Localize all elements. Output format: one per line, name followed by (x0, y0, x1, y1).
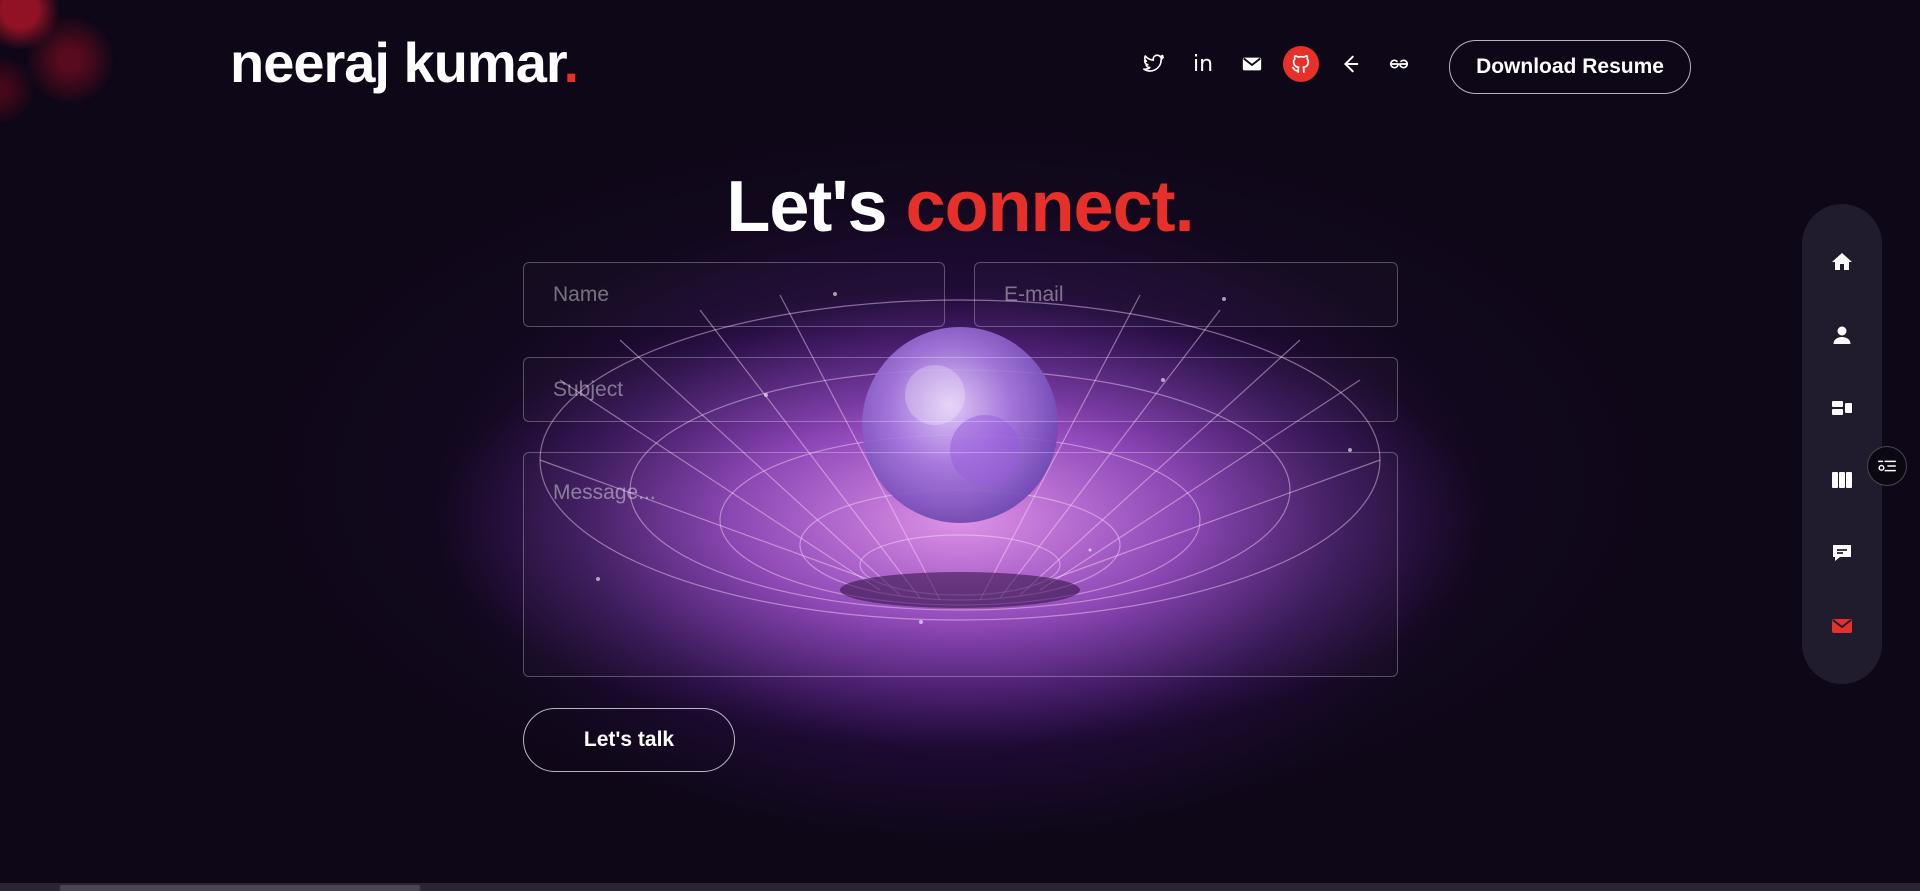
mail-icon[interactable] (1234, 46, 1270, 82)
linkedin-icon[interactable]: in (1185, 46, 1221, 82)
logo-text: neeraj kumar (230, 31, 565, 94)
testimonials-icon[interactable] (1822, 533, 1862, 573)
scrollbar-thumb[interactable] (60, 885, 420, 891)
logo-dot: . (563, 31, 580, 94)
page-title: Let's connect. (0, 166, 1920, 248)
home-icon[interactable] (1822, 242, 1862, 282)
title-accent: connect. (905, 167, 1195, 248)
title-plain: Let's (726, 167, 906, 248)
subject-input[interactable] (523, 357, 1398, 422)
about-icon[interactable] (1822, 315, 1862, 355)
geeksforgeeks-icon[interactable] (1381, 46, 1417, 82)
table-of-contents-icon[interactable] (1867, 446, 1907, 486)
message-textarea[interactable] (523, 452, 1398, 677)
projects-icon[interactable] (1822, 388, 1862, 428)
twitter-icon[interactable] (1136, 46, 1172, 82)
submit-button[interactable]: Let's talk (523, 708, 735, 772)
linkedin-label: in (1192, 51, 1214, 77)
contact-icon[interactable] (1822, 606, 1862, 646)
email-input[interactable] (974, 262, 1398, 327)
download-resume-button[interactable]: Download Resume (1449, 40, 1691, 94)
horizontal-scrollbar[interactable] (0, 883, 1920, 891)
logo[interactable]: neeraj kumar. (230, 30, 580, 95)
name-input[interactable] (523, 262, 945, 327)
site-header: neeraj kumar. in Download Resume (0, 0, 1920, 130)
contact-page: neeraj kumar. in Download Resume Let's c… (0, 0, 1920, 891)
side-navigation (1802, 204, 1882, 684)
skills-icon[interactable] (1822, 460, 1862, 500)
leetcode-icon[interactable] (1332, 46, 1368, 82)
wormhole-illustration (440, 290, 1480, 750)
social-links: in (1136, 46, 1417, 82)
github-icon[interactable] (1283, 46, 1319, 82)
